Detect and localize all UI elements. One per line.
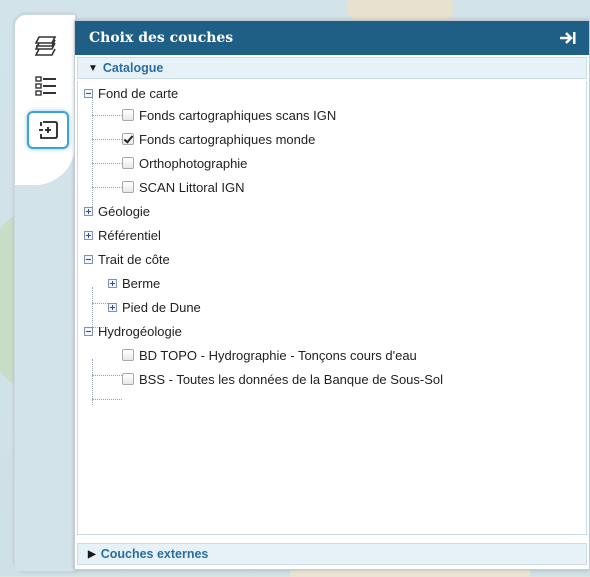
subgroup-berme[interactable]: Berme: [108, 274, 160, 292]
legend-list-icon: [35, 76, 56, 96]
subgroup-label: Berme: [122, 275, 161, 291]
layers-icon: [34, 36, 57, 56]
layer-checkbox[interactable]: [122, 157, 134, 169]
catalogue-tree: Fond de carte Fonds cartographiques scan…: [77, 81, 587, 535]
collapse-minus-icon[interactable]: [84, 254, 93, 264]
group-label: Référentiel: [98, 227, 161, 243]
tree-connector: [92, 187, 122, 188]
layer-label: Fonds cartographiques monde: [139, 131, 316, 147]
collapse-minus-icon[interactable]: [84, 326, 93, 336]
tab-add-layer[interactable]: [27, 111, 69, 149]
group-referentiel[interactable]: Référentiel: [84, 226, 161, 244]
layer-item[interactable]: SCAN Littoral IGN: [122, 178, 244, 196]
group-geologie[interactable]: Géologie: [84, 202, 150, 220]
external-layers-toggle[interactable]: ▶ Couches externes: [77, 543, 587, 565]
tree-connector: [92, 139, 122, 140]
layer-item[interactable]: Fonds cartographiques monde: [122, 130, 315, 148]
layer-item[interactable]: BD TOPO - Hydrographie - Tonçons cours d…: [122, 346, 417, 364]
layer-label: Orthophotographie: [139, 155, 248, 171]
layer-item[interactable]: Fonds cartographiques scans IGN: [122, 106, 336, 124]
expand-plus-icon[interactable]: [84, 230, 93, 240]
tree-connector: [92, 163, 122, 164]
tree-connector: [92, 97, 93, 207]
catalogue-label: Catalogue: [102, 61, 164, 75]
layer-label: Fonds cartographiques scans IGN: [139, 107, 337, 123]
tab-layers[interactable]: [27, 29, 65, 63]
subgroup-pied-de-dune[interactable]: Pied de Dune: [108, 298, 201, 316]
collapse-panel-button[interactable]: [559, 30, 577, 46]
panel-header: Choix des couches: [75, 21, 589, 55]
layer-label: BSS - Toutes les données de la Banque de…: [139, 371, 444, 387]
expand-plus-icon[interactable]: [108, 278, 117, 288]
add-layer-icon: [39, 121, 58, 139]
group-fond-de-carte[interactable]: Fond de carte: [84, 84, 178, 102]
external-layers-label: Couches externes: [100, 547, 209, 561]
tree-connector: [92, 375, 122, 376]
group-label: Trait de côte: [98, 251, 170, 267]
layer-checkbox[interactable]: [122, 349, 134, 361]
tree-connector: [92, 303, 108, 304]
tree-connector: [92, 399, 122, 400]
layer-checkbox[interactable]: [122, 373, 134, 385]
layer-chooser-panel: Choix des couches ▼ Catalogue Fond de ca…: [74, 20, 590, 570]
tab-bar-curve: [15, 105, 75, 571]
panel-title: Choix des couches: [89, 30, 234, 46]
tree-connector: [92, 115, 122, 116]
layer-label: SCAN Littoral IGN: [139, 179, 245, 195]
tab-legend[interactable]: [27, 69, 65, 103]
arrow-right-bar-icon: [560, 32, 576, 44]
triangle-down-icon: ▼: [88, 62, 98, 74]
subgroup-label: Pied de Dune: [122, 299, 201, 315]
expand-plus-icon[interactable]: [108, 302, 117, 312]
layer-checkbox[interactable]: [122, 181, 134, 193]
group-label: Fond de carte: [98, 85, 179, 101]
group-label: Géologie: [98, 203, 151, 219]
group-trait-de-cote[interactable]: Trait de côte: [84, 250, 170, 268]
group-hydrogeologie[interactable]: Hydrogéologie: [84, 322, 182, 340]
catalogue-section-toggle[interactable]: ▼ Catalogue: [77, 57, 587, 79]
layer-label: BD TOPO - Hydrographie - Tonçons cours d…: [139, 347, 417, 363]
side-tab-bar: [14, 14, 76, 572]
expand-plus-icon[interactable]: [84, 206, 93, 216]
layer-item[interactable]: BSS - Toutes les données de la Banque de…: [122, 370, 443, 388]
collapse-minus-icon[interactable]: [84, 88, 93, 98]
layer-checkbox[interactable]: [122, 133, 134, 145]
triangle-right-icon: ▶: [88, 548, 96, 560]
tree-connector: [92, 287, 93, 327]
layer-checkbox[interactable]: [122, 109, 134, 121]
group-label: Hydrogéologie: [98, 323, 182, 339]
layer-item[interactable]: Orthophotographie: [122, 154, 247, 172]
